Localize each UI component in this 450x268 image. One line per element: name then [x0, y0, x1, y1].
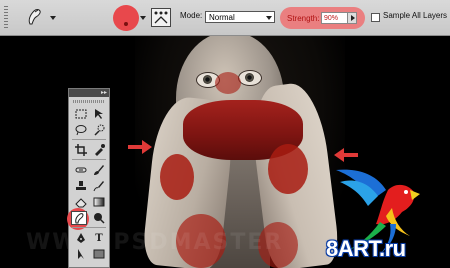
- chevron-down-icon: [266, 16, 272, 20]
- tools-separator: [72, 139, 106, 140]
- strength-label: Strength:: [287, 14, 320, 23]
- tools-panel-grip[interactable]: [73, 100, 105, 103]
- options-bar-grip[interactable]: [4, 6, 8, 28]
- gradient-tool-icon[interactable]: [91, 195, 107, 209]
- pen-tool-icon[interactable]: [73, 231, 89, 245]
- eraser-tool-icon[interactable]: [73, 195, 89, 209]
- rectangular-marquee-tool-icon[interactable]: [73, 107, 89, 121]
- mode-label: Mode:: [180, 11, 203, 20]
- tools-separator: [72, 159, 106, 160]
- watermark-text: WWW.PSDMASTER: [26, 230, 284, 255]
- spot-healing-brush-tool-icon[interactable]: [73, 163, 89, 177]
- right-eye: [238, 70, 262, 86]
- move-tool-icon[interactable]: [91, 107, 107, 121]
- type-tool-icon[interactable]: T: [91, 231, 107, 245]
- tools-separator: [72, 227, 106, 228]
- brush-dropdown-arrow[interactable]: [140, 16, 146, 20]
- strength-input[interactable]: 90%: [321, 12, 348, 24]
- tool-options-bar: Mode: Normal Strength: 90% Sample All La…: [0, 0, 450, 36]
- eyedropper-tool-icon[interactable]: [91, 143, 107, 157]
- rectangle-tool-icon[interactable]: [91, 247, 107, 261]
- sample-all-layers-checkbox[interactable]: [371, 13, 380, 22]
- blood-splatter: [160, 154, 194, 200]
- collapse-icon[interactable]: ▸▸: [101, 89, 107, 97]
- strength-control: Strength: 90%: [280, 7, 365, 29]
- history-brush-tool-icon[interactable]: [91, 179, 107, 193]
- brush-tool-icon[interactable]: [91, 163, 107, 177]
- lasso-tool-icon[interactable]: [73, 123, 89, 137]
- mode-value: Normal: [209, 13, 235, 22]
- blood-splatter: [268, 144, 308, 194]
- red-arrow-right-icon: [128, 140, 152, 154]
- tools-panel-header[interactable]: ▸▸: [69, 89, 109, 97]
- dodge-tool-icon[interactable]: [91, 211, 107, 225]
- smudge-tool-icon[interactable]: [24, 7, 46, 27]
- strength-slider-button[interactable]: [347, 12, 357, 24]
- brand-text: 8ART.ru: [326, 236, 406, 261]
- mode-select[interactable]: Normal: [205, 11, 275, 23]
- brush-preset-picker-icon[interactable]: [113, 5, 139, 31]
- clone-stamp-tool-icon[interactable]: [73, 179, 89, 193]
- tool-preset-dropdown-arrow[interactable]: [50, 16, 56, 20]
- smudge-tool-icon[interactable]: [71, 211, 87, 225]
- brush-panel-toggle-icon[interactable]: [151, 8, 171, 27]
- path-selection-tool-icon[interactable]: [73, 247, 89, 261]
- quick-selection-tool-icon[interactable]: [91, 123, 107, 137]
- sample-all-layers-label: Sample All Layers: [383, 11, 448, 20]
- tools-panel: ▸▸ T: [67, 88, 110, 268]
- crop-tool-icon[interactable]: [73, 143, 89, 157]
- blood-splatter: [215, 72, 241, 94]
